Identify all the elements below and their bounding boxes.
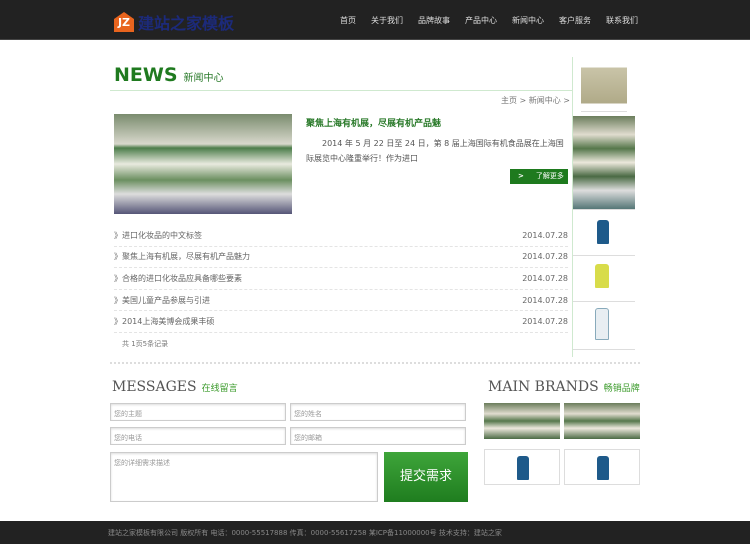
nav-news[interactable]: 新闻中心 [512,15,544,26]
list-item[interactable]: 》合格的进口化妆品应具备哪些要素 2014.07.28 [114,268,568,290]
brand-image[interactable] [564,403,640,439]
news-title-en: NEWS [114,64,178,86]
nav-brand-story[interactable]: 品牌故事 [418,15,450,26]
news-date: 2014.07.28 [522,295,568,305]
nav-contact[interactable]: 联系我们 [606,15,638,26]
list-item[interactable]: 》2014上海美博会成果丰硕 2014.07.28 [114,311,568,333]
email-input[interactable]: 您的邮箱 [290,427,466,445]
news-title: 美国儿童产品参展与引进 [122,295,210,305]
messages-title-cn: 在线留言 [201,384,238,394]
featured-image[interactable] [114,114,292,214]
nav-products[interactable]: 产品中心 [465,15,497,26]
footer-text: 建站之家模板有限公司 版权所有 电话：0000-55517888 传真：0000… [108,529,502,537]
news-title-cn: 新闻中心 [183,73,224,84]
footer: 建站之家模板有限公司 版权所有 电话：0000-55517888 传真：0000… [0,521,750,544]
brand-product[interactable] [484,449,560,485]
list-item[interactable]: 》聚焦上海有机展，尽展有机产品魅力 2014.07.28 [114,247,568,269]
messages-heading: MESSAGES 在线留言 [112,379,238,395]
list-item[interactable]: 》进口化妆品的中文标签 2014.07.28 [114,225,568,247]
divider [110,362,640,366]
detail-textarea[interactable]: 您的详细需求描述 [110,452,378,502]
brand-product[interactable] [564,449,640,485]
news-title: 聚焦上海有机展，尽展有机产品魅力 [122,252,250,262]
nav-home[interactable]: 首页 [340,15,356,26]
news-title: 进口化妆品的中文标签 [122,230,202,240]
submit-button[interactable]: 提交需求 [384,452,468,502]
product-thumb[interactable] [581,60,627,112]
news-date: 2014.07.28 [522,230,568,240]
logo-icon: JZ [114,12,134,32]
divider [110,90,572,91]
featured-text: 2014 年 5 月 22 日至 24 日，第 8 届上海国际有机食品展在上海国… [306,139,564,163]
brand-image[interactable] [484,403,560,439]
messages-title-en: MESSAGES [112,379,197,395]
featured-title[interactable]: 聚焦上海有机展，尽展有机产品魅 [306,116,441,129]
news-date: 2014.07.28 [522,252,568,262]
nav-service[interactable]: 客户服务 [559,15,591,26]
pager-info: 共 1页5条记录 [122,340,169,348]
subject-input[interactable]: 您的主题 [110,403,286,421]
product-thumb[interactable] [573,210,635,256]
name-input[interactable]: 您的姓名 [290,403,466,421]
read-more-button[interactable]: > 了解更多 [510,169,568,184]
news-date: 2014.07.28 [522,273,568,283]
news-title: 2014上海美博会成果丰硕 [122,317,215,327]
read-more-label: 了解更多 [535,172,564,180]
nav-about[interactable]: 关于我们 [371,15,403,26]
logo-text: 建站之家模板 [138,14,235,33]
news-date: 2014.07.28 [522,317,568,327]
logo[interactable]: JZ 建站之家模板 [114,10,234,34]
product-thumb[interactable] [573,256,635,302]
sidebar-products [573,60,635,350]
breadcrumb[interactable]: 主页 > 新闻中心 > [501,95,570,106]
brands-heading: MAIN BRANDS 畅销品牌 [488,379,640,395]
main-nav: 首页 关于我们 品牌故事 产品中心 新闻中心 客户服务 联系我们 [340,15,638,26]
news-heading: NEWS 新闻中心 [114,64,224,86]
list-item[interactable]: 》美国儿童产品参展与引进 2014.07.28 [114,290,568,312]
header: JZ 建站之家模板 首页 关于我们 品牌故事 产品中心 新闻中心 客户服务 联系… [0,0,750,40]
phone-input[interactable]: 您的电话 [110,427,286,445]
news-list: 》进口化妆品的中文标签 2014.07.28 》聚焦上海有机展，尽展有机产品魅力 2… [114,225,568,333]
brands-title-cn: 畅销品牌 [603,384,640,394]
chevron-right-icon: > [518,172,524,180]
product-thumb[interactable] [573,116,635,210]
product-thumb[interactable] [573,302,635,350]
brands-title-en: MAIN BRANDS [488,379,599,395]
news-title: 合格的进口化妆品应具备哪些要素 [122,273,242,283]
